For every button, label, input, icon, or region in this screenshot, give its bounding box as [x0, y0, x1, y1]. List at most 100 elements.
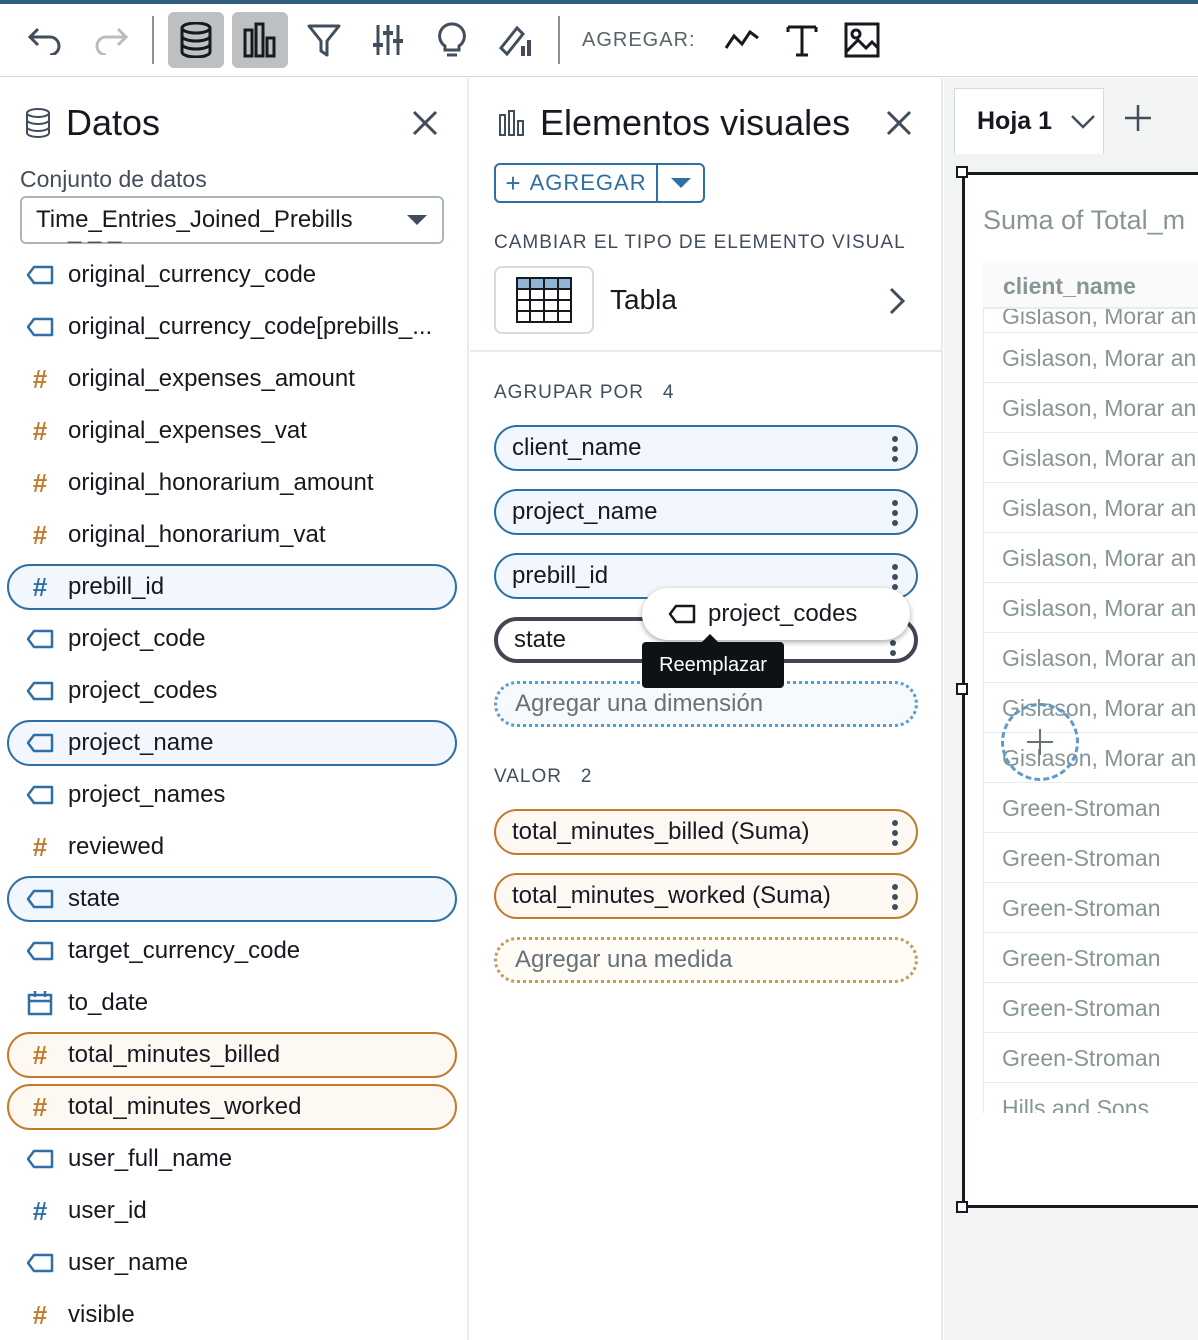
value-field[interactable]: total_minutes_billed (Suma) [494, 809, 918, 855]
field-item[interactable]: # reviewed [0, 821, 467, 873]
sheet-tab[interactable]: Hoja 1 [954, 88, 1104, 154]
add-line-button[interactable] [712, 12, 772, 68]
field-item[interactable]: user_name [0, 1237, 467, 1289]
divider [470, 350, 943, 352]
table-row[interactable]: Hills and Sons [983, 1083, 1198, 1113]
dimension-tag-icon [26, 625, 54, 653]
redo-button[interactable] [82, 12, 138, 68]
column-header-client-name[interactable]: client_name [983, 263, 1198, 309]
field-item[interactable]: # prebill_id [0, 561, 467, 613]
caret-down-icon [407, 215, 427, 225]
table-row[interactable]: Green-Stroman [983, 1033, 1198, 1083]
field-name: visible [68, 1301, 135, 1328]
field-item[interactable]: original_currency_code [0, 249, 467, 301]
table-row[interactable]: Gislason, Morar an [983, 533, 1198, 583]
field-item[interactable]: original_currency_code[prebills_... [0, 301, 467, 353]
more-options-icon[interactable] [892, 563, 898, 591]
field-item[interactable]: project_name [0, 717, 467, 769]
data-panel-header: Datos [24, 102, 160, 144]
resize-handle[interactable] [956, 683, 968, 695]
resize-handle[interactable] [956, 166, 968, 178]
add-drop-target[interactable] [1001, 703, 1079, 781]
field-name: user_full_name [68, 1145, 233, 1172]
database-icon [180, 22, 212, 58]
redo-icon [95, 27, 129, 55]
plus-icon [1027, 729, 1053, 755]
visual-type-card[interactable] [494, 266, 594, 334]
field-item[interactable]: # total_minutes_billed [0, 1029, 467, 1081]
group-by-field[interactable]: client_name [494, 425, 918, 471]
more-options-icon[interactable] [892, 435, 898, 463]
resize-handle[interactable] [956, 1201, 968, 1213]
visual-type-expand[interactable] [888, 286, 906, 316]
field-name: original_currency_code[prebills_... [68, 313, 433, 340]
field-item[interactable]: # original_honorarium_vat [0, 509, 467, 561]
table-row[interactable]: Gislason, Morar an [983, 333, 1198, 383]
field-item[interactable]: # original_expenses_amount [0, 353, 467, 405]
add-visual-label: AGREGAR [529, 170, 647, 195]
properties-button[interactable] [360, 12, 416, 68]
value-field-label: total_minutes_billed (Suma) [512, 818, 810, 845]
table-row[interactable]: Gislason, Morar an [983, 483, 1198, 533]
field-name: user_name [68, 1249, 189, 1276]
themes-button[interactable] [488, 12, 544, 68]
dimension-tag-icon [668, 604, 696, 624]
close-visuals-panel-button[interactable] [884, 108, 914, 138]
field-item[interactable]: # user_id [0, 1185, 467, 1237]
add-visual-button[interactable]: + AGREGAR [496, 165, 658, 201]
add-text-button[interactable] [772, 12, 832, 68]
field-item[interactable]: project_code [0, 613, 467, 665]
undo-button[interactable] [18, 12, 74, 68]
table-row[interactable]: Green-Stroman [983, 833, 1198, 883]
value-count: 2 [580, 766, 593, 787]
line-chart-icon [724, 29, 759, 49]
more-options-icon[interactable] [892, 819, 898, 847]
dimension-tag-icon [26, 313, 54, 341]
chevron-right-icon [889, 287, 906, 315]
table-row[interactable]: Green-Stroman [983, 933, 1198, 983]
table-row[interactable]: Green-Stroman [983, 883, 1198, 933]
add-visual-dropdown[interactable] [658, 165, 703, 201]
table-row[interactable]: Gislason, Morar an [983, 383, 1198, 433]
insights-button[interactable] [424, 12, 480, 68]
table-row[interactable]: Gislason, Morar an [983, 309, 1198, 333]
field-item[interactable]: state [0, 873, 467, 925]
visuals-panel-toggle[interactable] [232, 12, 288, 68]
dragged-field-chip[interactable]: project_codes [642, 588, 910, 640]
field-item[interactable]: # visible [0, 1289, 467, 1340]
field-item[interactable]: user_full_name [0, 1133, 467, 1185]
filter-button[interactable] [296, 12, 352, 68]
dimension-tag-icon [26, 1145, 54, 1173]
field-item[interactable]: # original_expenses_vat [0, 405, 467, 457]
field-item[interactable]: # total_minutes_worked [0, 1081, 467, 1133]
close-data-panel-button[interactable] [410, 108, 440, 138]
add-measure-drop-zone[interactable]: Agregar una medida [494, 937, 918, 983]
more-options-icon[interactable] [892, 883, 898, 911]
group-by-field[interactable]: project_name [494, 489, 918, 535]
filter-icon [307, 24, 341, 57]
toolbar: AGREGAR: [0, 4, 1198, 77]
table-row[interactable]: Gislason, Morar an [983, 583, 1198, 633]
field-item[interactable]: project_names [0, 769, 467, 821]
value-label-text: VALOR [494, 766, 563, 787]
field-item[interactable]: # original_honorarium_amount [0, 457, 467, 509]
field-name: original_expenses_vat [68, 417, 307, 444]
chevron-down-icon[interactable] [1070, 114, 1096, 130]
table-row[interactable]: Gislason, Morar an [983, 433, 1198, 483]
data-panel-toggle[interactable] [168, 12, 224, 68]
plus-icon: + [505, 167, 522, 198]
table-visual[interactable]: Suma of Total_m client_name Gislason, Mo… [962, 172, 1198, 1208]
field-item[interactable]: target_currency_code [0, 925, 467, 977]
table-row[interactable]: Gislason, Morar an [983, 633, 1198, 683]
field-item[interactable]: to_date [0, 977, 467, 1029]
value-field[interactable]: total_minutes_worked (Suma) [494, 873, 918, 919]
group-by-field-label: client_name [512, 434, 642, 461]
add-sheet-button[interactable] [1124, 104, 1152, 132]
add-image-button[interactable] [832, 12, 892, 68]
table-row[interactable]: Green-Stroman [983, 783, 1198, 833]
field-item[interactable]: project_codes [0, 665, 467, 717]
field-name: project_code [68, 625, 206, 652]
more-options-icon[interactable] [892, 499, 898, 527]
measure-number-icon: # [32, 1091, 48, 1122]
table-row[interactable]: Green-Stroman [983, 983, 1198, 1033]
